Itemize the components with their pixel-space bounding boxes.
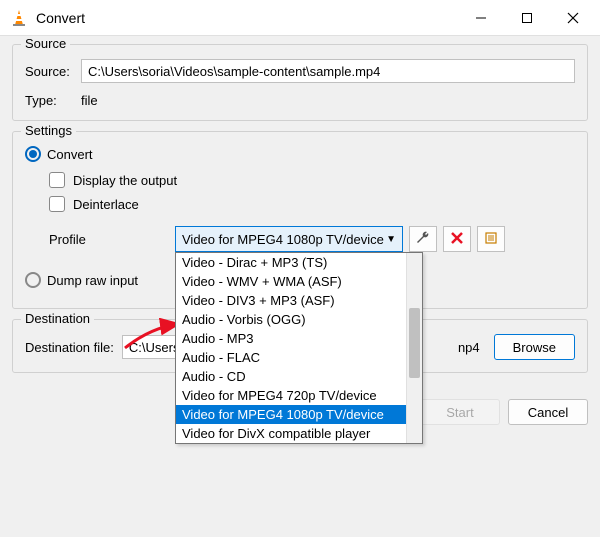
destination-file-label: Destination file: xyxy=(25,340,114,355)
type-value: file xyxy=(81,93,98,108)
display-output-label: Display the output xyxy=(73,173,177,188)
wrench-icon xyxy=(415,230,431,249)
dump-raw-radio[interactable] xyxy=(25,272,41,288)
source-input[interactable] xyxy=(81,59,575,83)
type-label: Type: xyxy=(25,93,81,108)
window-controls xyxy=(458,0,596,36)
profile-dropdown-list: Video - Dirac + MP3 (TS)Video - WMV + WM… xyxy=(175,252,423,444)
close-button[interactable] xyxy=(550,0,596,36)
chevron-down-icon: ▼ xyxy=(386,234,396,245)
profile-option[interactable]: Video for MPEG4 720p TV/device xyxy=(176,386,406,405)
profile-option[interactable]: Video - WMV + WMA (ASF) xyxy=(176,272,406,291)
source-group-label: Source xyxy=(21,36,70,51)
profile-label: Profile xyxy=(49,232,169,247)
browse-button[interactable]: Browse xyxy=(494,334,575,360)
maximize-button[interactable] xyxy=(504,0,550,36)
convert-radio[interactable] xyxy=(25,146,41,162)
vlc-cone-icon xyxy=(10,9,28,27)
cancel-button[interactable]: Cancel xyxy=(508,399,588,425)
new-profile-icon xyxy=(484,231,498,248)
destination-group-label: Destination xyxy=(21,311,94,326)
scrollbar-thumb[interactable] xyxy=(409,308,420,378)
source-group: Source Source: Type: file xyxy=(12,44,588,121)
profile-option[interactable]: Video - Dirac + MP3 (TS) xyxy=(176,253,406,272)
start-button[interactable]: Start xyxy=(420,399,500,425)
profile-option[interactable]: Audio - Vorbis (OGG) xyxy=(176,310,406,329)
profile-option[interactable]: Audio - CD xyxy=(176,367,406,386)
delete-profile-button[interactable] xyxy=(443,226,471,252)
profile-option[interactable]: Video for DivX compatible player xyxy=(176,424,406,443)
profile-option[interactable]: Audio - FLAC xyxy=(176,348,406,367)
settings-group: Settings Convert Display the output Dein… xyxy=(12,131,588,309)
window-title: Convert xyxy=(36,10,458,26)
profile-option[interactable]: Audio - MP3 xyxy=(176,329,406,348)
profile-option[interactable]: Video - DIV3 + MP3 (ASF) xyxy=(176,291,406,310)
profile-selected-text: Video for MPEG4 1080p TV/device xyxy=(182,232,386,247)
display-output-checkbox[interactable] xyxy=(49,172,65,188)
settings-group-label: Settings xyxy=(21,123,76,138)
delete-x-icon xyxy=(450,231,464,248)
new-profile-button[interactable] xyxy=(477,226,505,252)
profile-dropdown[interactable]: Video for MPEG4 1080p TV/device ▼ xyxy=(175,226,403,252)
destination-suffix: np4 xyxy=(458,340,480,355)
source-label: Source: xyxy=(25,64,81,79)
edit-profile-button[interactable] xyxy=(409,226,437,252)
minimize-button[interactable] xyxy=(458,0,504,36)
convert-radio-label: Convert xyxy=(47,147,93,162)
dump-raw-label: Dump raw input xyxy=(47,273,138,288)
titlebar: Convert xyxy=(0,0,600,36)
dropdown-scrollbar[interactable] xyxy=(406,253,422,443)
deinterlace-label: Deinterlace xyxy=(73,197,139,212)
profile-option[interactable]: Video for MPEG4 1080p TV/device xyxy=(176,405,406,424)
deinterlace-checkbox[interactable] xyxy=(49,196,65,212)
